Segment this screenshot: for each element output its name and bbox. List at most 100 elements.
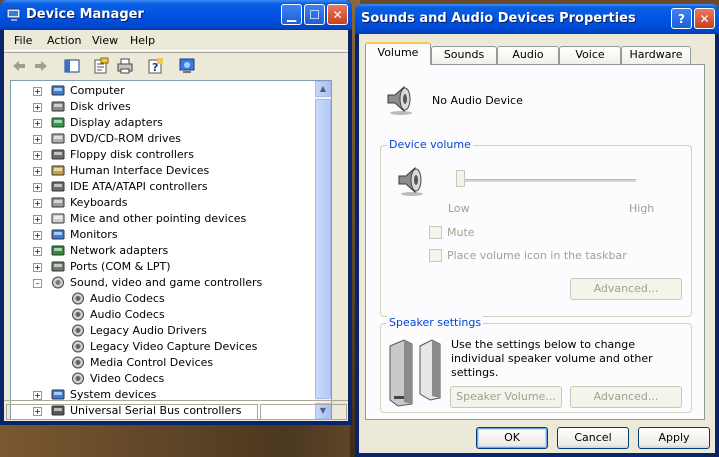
tree-item[interactable]: Video Codecs [11, 371, 313, 387]
speaker-icon [72, 372, 84, 385]
tree-item[interactable]: + Keyboards [11, 195, 313, 211]
tree-item-label: Network adapters [70, 244, 169, 257]
tree-item-label: Monitors [70, 228, 118, 241]
device-manager-window: Device Manager ▁ ☐ ✕ File Action View He… [0, 0, 352, 425]
help-icon[interactable]: ? [147, 57, 165, 75]
tree-item-label: Human Interface Devices [70, 164, 210, 177]
low-label: Low [448, 202, 470, 215]
tree-item[interactable]: Media Control Devices [11, 355, 313, 371]
vertical-scrollbar[interactable]: ▲ ▼ [315, 81, 331, 419]
expand-icon[interactable]: + [33, 167, 42, 176]
tree-item-label: Mice and other pointing devices [70, 212, 247, 225]
tab-sounds[interactable]: Sounds [431, 46, 497, 64]
menu-view[interactable]: View [92, 34, 118, 47]
expand-icon[interactable]: + [33, 391, 42, 400]
tree-item[interactable]: + Disk drives [11, 99, 313, 115]
computer-icon [51, 85, 65, 96]
speaker-settings-text: Use the settings below to change individ… [451, 338, 653, 379]
apply-button[interactable]: Apply [638, 427, 710, 449]
tree-item[interactable]: + Mice and other pointing devices [11, 211, 313, 227]
volume-slider-thumb[interactable] [456, 170, 465, 187]
tree-item[interactable]: + Display adapters [11, 115, 313, 131]
tree-item-label: IDE ATA/ATAPI controllers [70, 180, 208, 193]
ok-button[interactable]: OK [476, 427, 548, 449]
scroll-thumb[interactable] [315, 99, 331, 399]
expand-icon[interactable]: + [33, 263, 42, 272]
tree-item[interactable]: – Sound, video and game controllers [11, 275, 313, 291]
help-button[interactable]: ? [671, 8, 692, 29]
expand-icon[interactable]: + [33, 183, 42, 192]
tree-item[interactable]: + DVD/CD-ROM drives [11, 131, 313, 147]
tree-item[interactable]: + Network adapters [11, 243, 313, 259]
status-pane-1 [6, 404, 258, 420]
tab-hardware[interactable]: Hardware [621, 46, 691, 64]
menu-file[interactable]: File [14, 34, 32, 47]
tree-item-label: Media Control Devices [90, 356, 214, 369]
tree-item-label: Computer [70, 84, 125, 97]
tree-item-label: DVD/CD-ROM drives [70, 132, 181, 145]
tree-item[interactable]: Legacy Audio Drivers [11, 323, 313, 339]
speaker-volume-button[interactable]: Speaker Volume... [450, 386, 562, 408]
tree-item[interactable]: Audio Codecs [11, 307, 313, 323]
forward-arrow-icon[interactable] [32, 57, 50, 75]
device-manager-client: File Action View Help ? + Computer + Disk d… [4, 30, 348, 421]
back-arrow-icon[interactable] [10, 57, 28, 75]
tree-item[interactable]: Legacy Video Capture Devices [11, 339, 313, 355]
tab-volume[interactable]: Volume [365, 42, 431, 65]
expand-icon[interactable]: + [33, 103, 42, 112]
scan-hardware-icon[interactable] [178, 57, 196, 75]
scroll-up-button[interactable]: ▲ [315, 81, 331, 97]
tree-item[interactable]: + Computer [11, 83, 313, 99]
tree-item[interactable]: + Ports (COM & LPT) [11, 259, 313, 275]
tab-voice[interactable]: Voice [559, 46, 621, 64]
menu-action[interactable]: Action [47, 34, 81, 47]
tree-item[interactable]: Audio Codecs [11, 291, 313, 307]
expand-icon[interactable]: + [33, 231, 42, 240]
close-button[interactable]: ✕ [327, 4, 348, 25]
device-volume-group: Device volume Low High Mute Place volume… [380, 138, 692, 317]
disk-drive-icon [51, 101, 65, 112]
advanced-volume-button[interactable]: Advanced... [570, 278, 682, 300]
minimize-button[interactable]: ▁ [281, 4, 302, 25]
expand-icon[interactable]: + [33, 215, 42, 224]
tree-item[interactable]: + Monitors [11, 227, 313, 243]
toolbar: ? [4, 52, 348, 79]
hid-icon [51, 165, 65, 176]
expand-icon[interactable]: + [33, 135, 42, 144]
tab-audio[interactable]: Audio [497, 46, 559, 64]
maximize-button[interactable]: ☐ [304, 4, 325, 25]
dialog-title: Sounds and Audio Devices Properties [361, 11, 636, 26]
device-manager-titlebar[interactable]: Device Manager ▁ ☐ ✕ [0, 0, 352, 30]
console-tree-icon[interactable] [63, 57, 81, 75]
tree-item-label: Floppy disk controllers [70, 148, 194, 161]
device-volume-legend: Device volume [387, 138, 473, 151]
device-tree[interactable]: + Computer + Disk drives + Display adapters + D… [10, 80, 332, 420]
properties-icon[interactable] [92, 57, 110, 75]
expand-icon[interactable]: + [33, 151, 42, 160]
cancel-button[interactable]: Cancel [557, 427, 629, 449]
volume-slider-track [460, 179, 636, 182]
display-adapter-icon [51, 117, 65, 128]
sound-properties-titlebar[interactable]: Sounds and Audio Devices Properties ? ✕ [355, 4, 719, 34]
mute-label: Mute [447, 226, 475, 239]
tree-item[interactable]: + Human Interface Devices [11, 163, 313, 179]
expand-icon[interactable]: + [33, 119, 42, 128]
port-icon [51, 261, 65, 272]
expand-icon[interactable]: + [33, 199, 42, 208]
collapse-icon[interactable]: – [33, 279, 42, 288]
taskbar-icon-checkbox[interactable] [429, 249, 442, 262]
volume-tab-panel: No Audio Device Device volume Low High M… [365, 64, 705, 420]
window-title: Device Manager [26, 7, 144, 22]
mute-checkbox[interactable] [429, 226, 442, 239]
speaker-settings-legend: Speaker settings [387, 316, 484, 329]
menu-bar: File Action View Help [4, 30, 348, 51]
print-icon[interactable] [116, 57, 134, 75]
tree-item[interactable]: + Floppy disk controllers [11, 147, 313, 163]
dialog-close-button[interactable]: ✕ [694, 8, 715, 29]
expand-icon[interactable]: + [33, 247, 42, 256]
expand-icon[interactable]: + [33, 87, 42, 96]
menu-help[interactable]: Help [130, 34, 155, 47]
speaker-advanced-button[interactable]: Advanced... [570, 386, 682, 408]
tree-item[interactable]: + IDE ATA/ATAPI controllers [11, 179, 313, 195]
network-adapter-icon [51, 245, 65, 256]
